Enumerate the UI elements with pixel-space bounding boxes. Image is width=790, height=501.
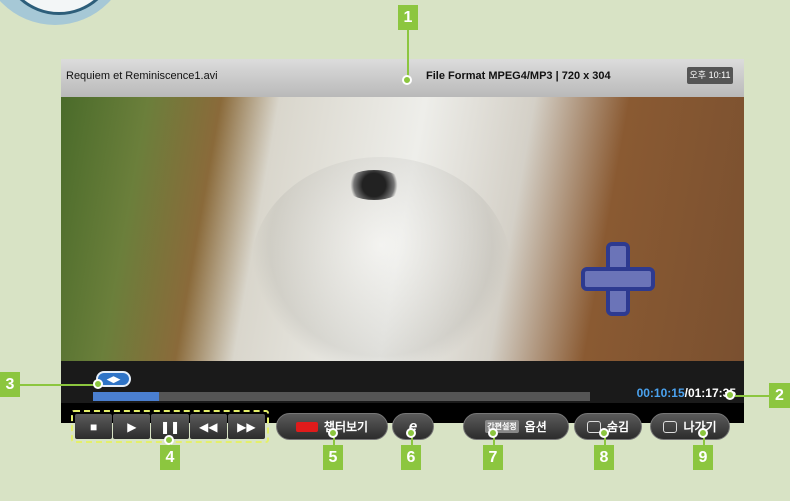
callout-7: 7 [483, 445, 503, 470]
callout-dot [93, 379, 103, 389]
callout-6: 6 [401, 445, 421, 470]
callout-2: 2 [769, 383, 790, 408]
options-button[interactable]: 간편설정 옵션 [463, 413, 569, 440]
fast-forward-button[interactable]: ▶▶ [227, 414, 266, 439]
exit-button[interactable]: 나가기 [650, 413, 730, 440]
video-player: Requiem et Reminiscence1.avi File Format… [61, 59, 744, 422]
callout-line [735, 395, 769, 397]
exit-icon [663, 420, 678, 433]
cursor-crosshair-icon [581, 242, 655, 316]
progress-fill [93, 392, 159, 401]
callout-dot [599, 428, 609, 438]
red-key-icon [295, 421, 318, 432]
callout-dot [698, 428, 708, 438]
play-button[interactable]: ▶ [113, 414, 151, 439]
video-content-detail [344, 170, 404, 200]
callout-8: 8 [594, 445, 614, 470]
callout-dot [406, 428, 416, 438]
callout-1: 1 [398, 5, 418, 30]
callout-dot [164, 435, 174, 445]
callout-dot [402, 75, 412, 85]
hide-label: 숨김 [606, 420, 630, 434]
callout-5: 5 [323, 445, 343, 470]
callout-dot [725, 390, 735, 400]
clock-badge: 오후 10:11 [687, 67, 733, 84]
callout-dot [328, 428, 338, 438]
file-name: Requiem et Reminiscence1.avi [66, 70, 218, 82]
file-format: File Format MPEG4/MP3 | 720 x 304 [426, 70, 611, 82]
time-display: 00:10:15/01:17:35 [637, 386, 736, 400]
rewind-button[interactable]: ◀◀ [189, 414, 227, 439]
callout-4: 4 [160, 445, 180, 470]
progress-area: ◀▶ 00:10:15/01:17:35 [61, 361, 744, 403]
current-time: 00:10:15 [636, 386, 685, 400]
callout-line [20, 384, 98, 386]
callout-9: 9 [693, 445, 713, 470]
callout-line [407, 29, 409, 79]
options-label: 옵션 [524, 420, 547, 434]
callout-3: 3 [0, 372, 20, 397]
stop-button[interactable]: ■ [75, 414, 113, 439]
video-frame[interactable] [61, 97, 744, 361]
callout-dot [488, 428, 498, 438]
progress-track[interactable] [93, 392, 590, 401]
